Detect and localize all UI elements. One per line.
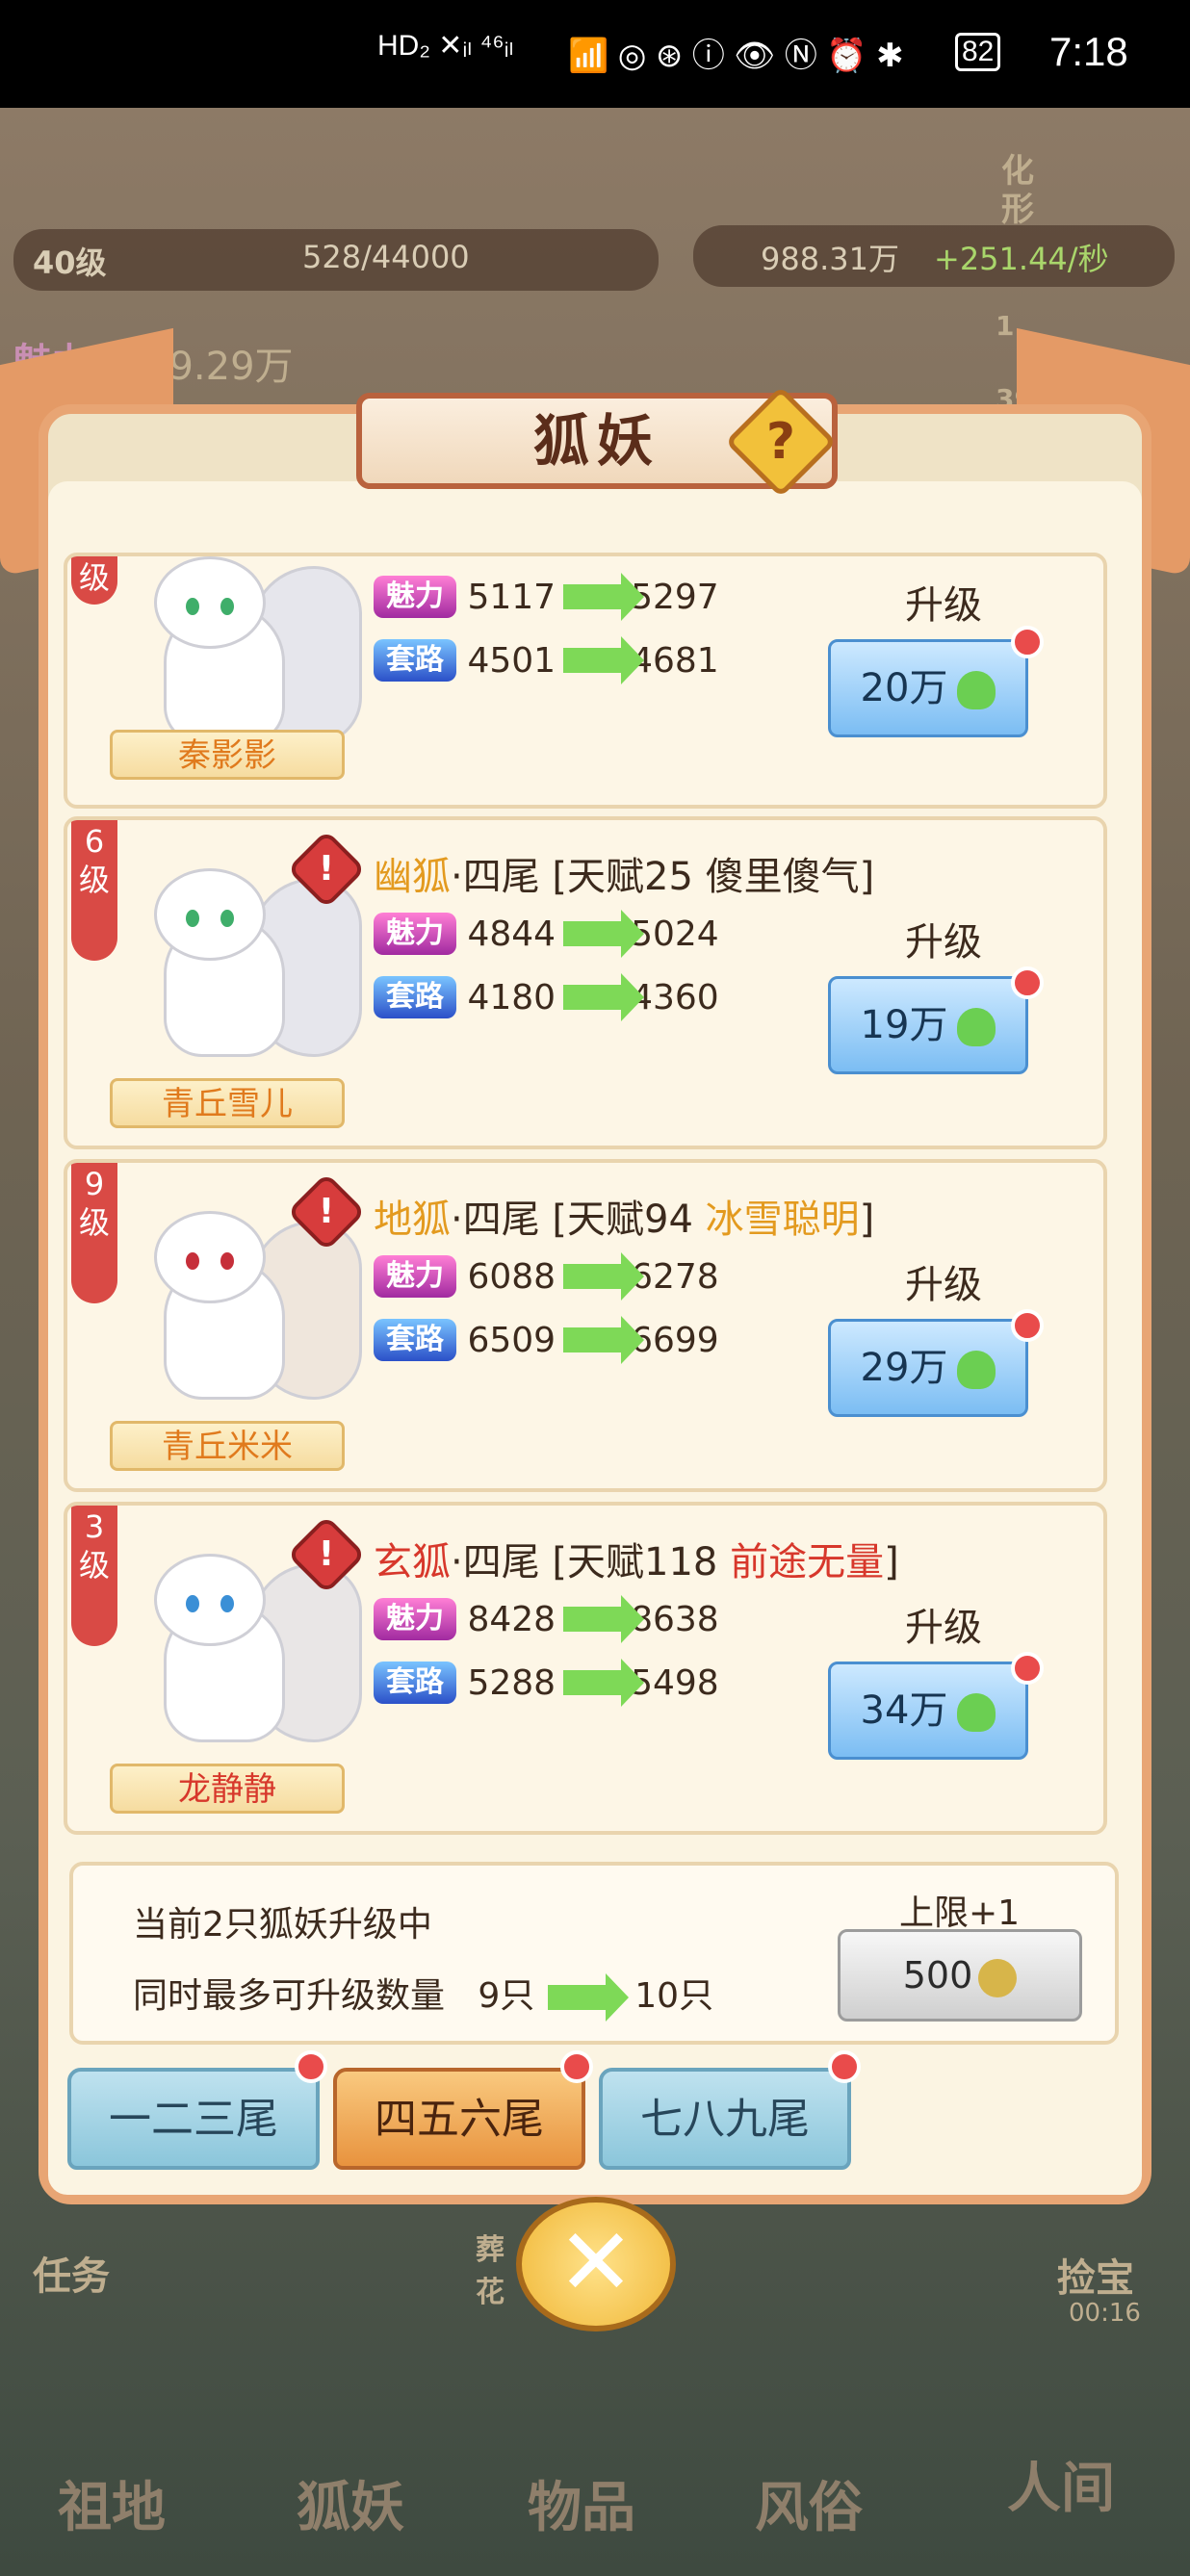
trick-stat: 套路 4180 4360 (374, 973, 719, 1024)
fox-name: 青丘米米 (110, 1421, 345, 1471)
gold-jade-icon (978, 1958, 1018, 1997)
exp-value: 528/44000 (302, 239, 470, 275)
fox-card: 6级 ! 青丘雪儿 幽狐·四尾 [天赋25 傻里傻气] 魅力 4844 5024 … (64, 816, 1107, 1149)
fox-name: 龙静静 (110, 1764, 345, 1814)
charm-stat: 魅力 6088 6278 (374, 1252, 719, 1303)
buy-limit-button[interactable]: 500 (838, 1929, 1082, 2022)
upgrade-label: 升级 (905, 1606, 982, 1650)
charm-stat: 魅力 4844 5024 (374, 910, 719, 961)
tab-notification-dot (828, 2050, 861, 2083)
limit-plus-label: 上限+1 (899, 1893, 1021, 1933)
tab-tails-4-6[interactable]: 四五六尾 (333, 2068, 585, 2170)
arrow-icon (563, 573, 645, 621)
nav-customs[interactable]: 风俗 (755, 2464, 863, 2542)
upgrade-label: 升级 (905, 1263, 982, 1307)
upgrade-button[interactable]: 29万 (828, 1319, 1028, 1417)
fox-title: 地狐·四尾 [天赋94 冰雪聪明] (374, 1198, 875, 1242)
qi-value: 988.31万 (761, 241, 899, 277)
transform-button[interactable]: 化形 (1001, 152, 1036, 229)
charm-icon: 魅力 (374, 1598, 456, 1640)
status-bar: HD₂ ✕ᵢₗ ⁴⁶ᵢₗ 📶 ◎ ⊛ ⓘ 👁 Ⓝ ⏰ ✱ 82 7:18 (0, 0, 1190, 108)
network-icons: HD₂ ✕ᵢₗ ⁴⁶ᵢₗ (377, 30, 514, 62)
upgrade-button[interactable]: 34万 (828, 1662, 1028, 1760)
charm-icon: 魅力 (374, 913, 456, 955)
trick-icon: 套路 (374, 1319, 456, 1361)
upgrade-label: 升级 (905, 583, 982, 628)
charm-stat: 魅力 8428 8638 (374, 1595, 719, 1646)
battery-icon: 82 (955, 33, 1001, 71)
trick-stat: 套路 5288 5498 (374, 1659, 719, 1710)
close-icon: ✕ (556, 2208, 635, 2316)
clock: 7:18 (1049, 29, 1128, 74)
nav-world[interactable]: 人间 (1007, 2445, 1115, 2523)
system-icons: 📶 ◎ ⊛ ⓘ 👁 Ⓝ ⏰ ✱ (568, 38, 904, 74)
fox-name: 秦影影 (110, 730, 345, 780)
nav-fox[interactable]: 狐妖 (297, 2464, 404, 2542)
panel-title: 狐妖 (532, 408, 660, 474)
nav-items[interactable]: 物品 (528, 2464, 635, 2542)
arrow-icon (563, 973, 645, 1021)
qi-icon (957, 1351, 996, 1389)
close-button[interactable]: ✕ (516, 2197, 676, 2331)
arrow-icon (548, 1973, 630, 2022)
arrow-icon (563, 1316, 645, 1364)
fox-portrait (125, 556, 366, 759)
arrow-icon (563, 1252, 645, 1301)
trick-icon: 套路 (374, 976, 456, 1018)
notification-dot (1011, 1309, 1044, 1342)
qi-icon (957, 1693, 996, 1732)
qi-rate: +251.44/秒 (934, 241, 1109, 277)
notification-dot (1011, 626, 1044, 658)
notification-dot (1011, 966, 1044, 999)
trick-stat: 套路 6509 6699 (374, 1316, 719, 1367)
qi-icon (957, 1008, 996, 1046)
loot-timer: 00:16 (1069, 2299, 1141, 2328)
nav-ancestral[interactable]: 祖地 (58, 2464, 166, 2542)
help-icon: ? (765, 413, 796, 471)
fox-card: 级 秦影影 魅力 5117 5297 套路 4501 4681 升级 20万 (64, 553, 1107, 809)
trick-icon: 套路 (374, 1662, 456, 1704)
upgrade-label: 升级 (905, 920, 982, 965)
level-badge: 3级 (71, 1506, 117, 1646)
level-label: 40级 (33, 245, 107, 281)
tab-notification-dot (295, 2050, 327, 2083)
tab-tails-1-3[interactable]: 一二三尾 (67, 2068, 320, 2170)
level-badge: 9级 (71, 1163, 117, 1303)
resource-1: 1 (996, 310, 1015, 342)
tab-notification-dot (560, 2050, 593, 2083)
fox-name: 青丘雪儿 (110, 1078, 345, 1128)
fox-title: 玄狐·四尾 [天赋118 前途无量] (374, 1540, 899, 1584)
trick-stat: 套路 4501 4681 (374, 636, 719, 687)
arrow-icon (563, 636, 645, 684)
notification-dot (1011, 1652, 1044, 1685)
arrow-icon (563, 1659, 645, 1707)
level-badge: 级 (71, 556, 117, 605)
burial-label: 葬花 (476, 2233, 504, 2309)
exp-bar: 40级 528/44000 (13, 229, 659, 291)
tab-tails-7-9[interactable]: 七八九尾 (599, 2068, 851, 2170)
charm-icon: 魅力 (374, 1255, 456, 1298)
fox-card: 9级 ! 青丘米米 地狐·四尾 [天赋94 冰雪聪明] 魅力 6088 6278 … (64, 1159, 1107, 1492)
upgrade-button[interactable]: 19万 (828, 976, 1028, 1074)
upgrade-button[interactable]: 20万 (828, 639, 1028, 737)
qi-bar: 988.31万 +251.44/秒 (693, 225, 1175, 287)
fox-card: 3级 ! 龙静静 玄狐·四尾 [天赋118 前途无量] 魅力 8428 8638 … (64, 1502, 1107, 1835)
charm-stat: 魅力 5117 5297 (374, 573, 719, 624)
qi-icon (957, 671, 996, 709)
level-badge: 6级 (71, 820, 117, 961)
loot-button[interactable]: 捡宝 (1057, 2247, 1134, 2303)
trick-icon: 套路 (374, 639, 456, 682)
max-upgrade-capacity: 同时最多可升级数量 9只 10只 (133, 1973, 714, 2022)
charm-icon: 魅力 (374, 576, 456, 618)
fox-title: 幽狐·四尾 [天赋25 傻里傻气] (374, 855, 875, 899)
task-button[interactable]: 任务 (33, 2245, 110, 2301)
arrow-icon (563, 1595, 645, 1643)
current-upgrading: 当前2只狐妖升级中 (133, 1905, 432, 1945)
arrow-icon (563, 910, 645, 958)
